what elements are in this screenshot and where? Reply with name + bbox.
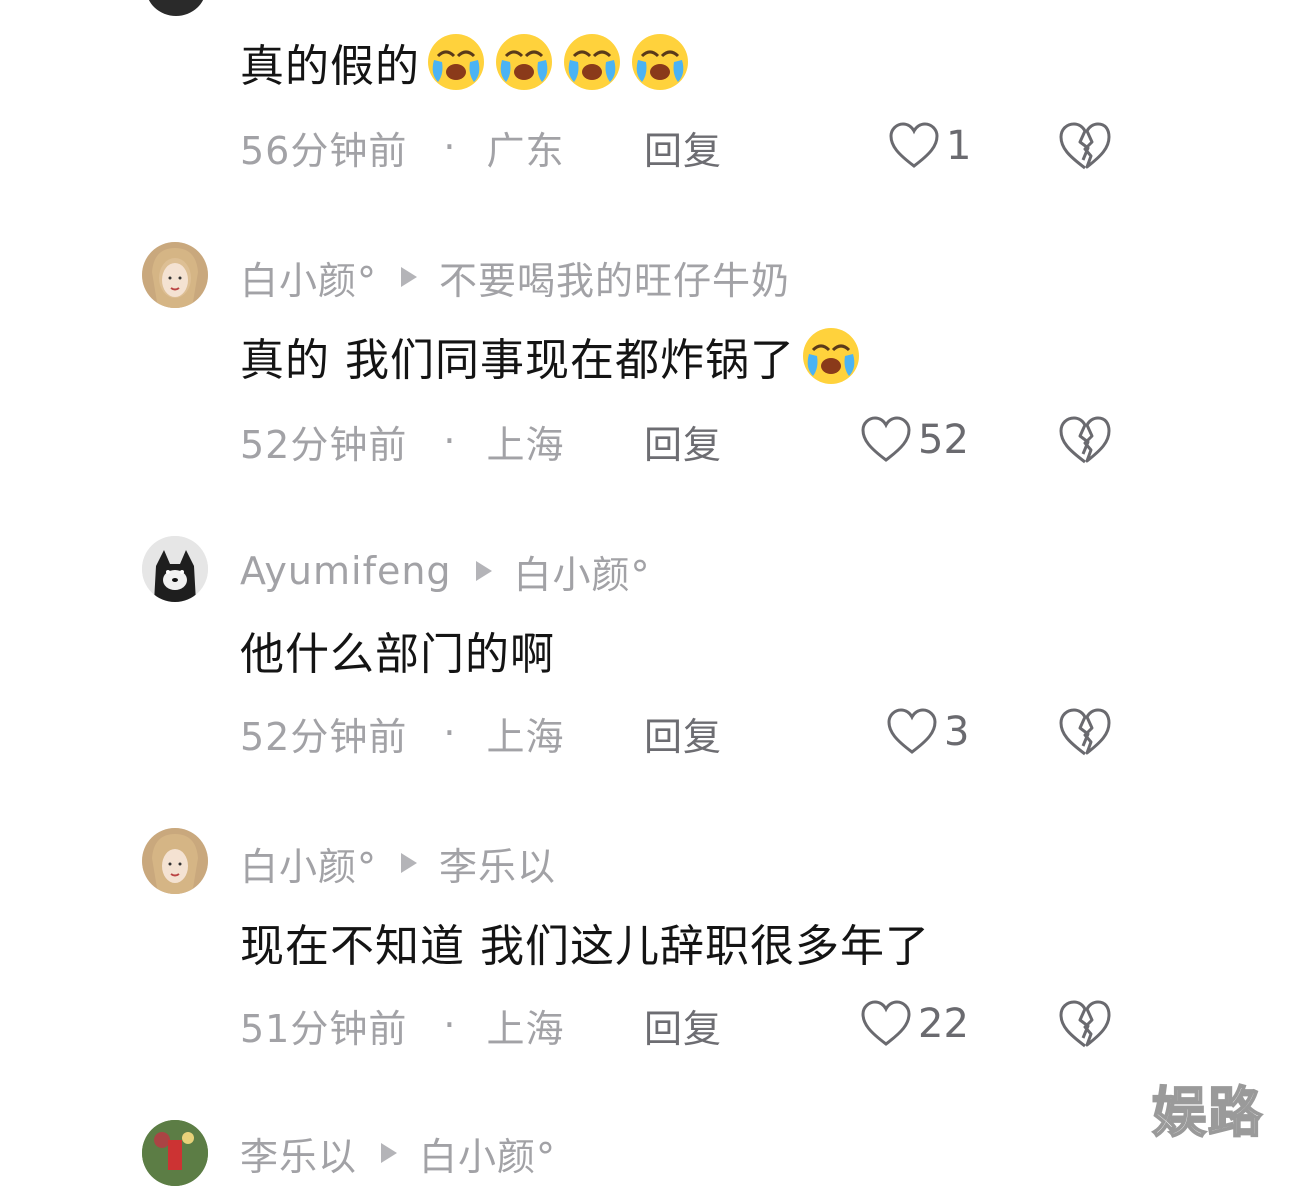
heart-icon — [861, 416, 911, 462]
comment-time: 52分钟前 — [240, 714, 408, 759]
like-button[interactable]: 22 — [860, 996, 969, 1052]
reply-to-name[interactable]: 李乐以 — [439, 836, 556, 891]
avatar[interactable] — [142, 536, 208, 602]
comment-location: 上海 — [486, 714, 565, 759]
crying-laugh-emoji-icon — [628, 30, 692, 94]
like-count: 3 — [944, 709, 970, 755]
heart-icon — [889, 122, 939, 168]
reply-arrow-icon — [381, 1143, 398, 1163]
like-count: 22 — [918, 1001, 969, 1047]
like-count: 1 — [946, 123, 972, 169]
comment-location: 广东 — [486, 128, 565, 173]
comment-meta: 52分钟前 · 上海 回复 — [240, 416, 721, 467]
crying-laugh-emoji-icon — [560, 30, 624, 94]
comment-meta: 51分钟前 · 上海 回复 — [240, 1000, 721, 1051]
reply-arrow-icon — [475, 561, 492, 581]
comment-text: 现在不知道 我们这儿辞职很多年了 — [240, 910, 930, 974]
broken-heart-icon — [1059, 416, 1111, 464]
comment-time: 51分钟前 — [240, 1006, 408, 1051]
broken-heart-icon — [1059, 122, 1111, 170]
avatar[interactable] — [142, 1120, 208, 1186]
heart-icon — [861, 1000, 911, 1046]
crying-laugh-emoji-icon — [424, 30, 488, 94]
reply-button[interactable]: 回复 — [644, 120, 722, 175]
like-button[interactable]: 1 — [888, 118, 971, 174]
avatar[interactable] — [142, 242, 208, 308]
comment-text-content: 他什么部门的啊 — [240, 629, 555, 680]
watermark: 娱路 — [1151, 1080, 1264, 1145]
comment-text-content: 真的 我们同事现在都炸锅了 — [240, 335, 795, 386]
comment-location: 上海 — [486, 422, 565, 467]
comment-author-row: 李乐以 白小颜° — [240, 1126, 556, 1181]
author-name[interactable]: 白小颜° — [240, 836, 377, 891]
dislike-button[interactable] — [1058, 706, 1112, 758]
dislike-button[interactable] — [1058, 120, 1112, 172]
dislike-button[interactable] — [1058, 998, 1112, 1050]
comment-text-content: 真的假的 — [240, 41, 420, 92]
broken-heart-icon — [1059, 708, 1111, 756]
reply-button[interactable]: 回复 — [644, 414, 722, 469]
meta-separator: · — [443, 125, 457, 169]
comment-time: 56分钟前 — [240, 128, 408, 173]
comment-text: 他什么部门的啊 — [240, 618, 555, 682]
reply-arrow-icon — [401, 267, 418, 287]
comment-author-row: 白小颜° 李乐以 — [240, 836, 556, 891]
dislike-button[interactable] — [1058, 414, 1112, 466]
crying-laugh-emoji-icon — [492, 30, 556, 94]
reply-button[interactable]: 回复 — [644, 998, 722, 1053]
author-name[interactable]: 白小颜° — [240, 250, 377, 305]
meta-separator: · — [443, 419, 457, 463]
comment-text: 真的假的 — [240, 30, 692, 94]
avatar[interactable] — [146, 0, 206, 16]
meta-separator: · — [443, 1003, 457, 1047]
comment-location: 上海 — [486, 1006, 565, 1051]
like-button[interactable]: 52 — [860, 412, 969, 468]
reply-button[interactable]: 回复 — [644, 706, 722, 761]
comment-meta: 56分钟前 · 广东 回复 — [240, 122, 721, 173]
crying-laugh-emoji-icon — [799, 324, 863, 388]
comment-text-content: 现在不知道 我们这儿辞职很多年了 — [240, 921, 930, 972]
comment-meta: 52分钟前 · 上海 回复 — [240, 708, 721, 759]
avatar[interactable] — [142, 828, 208, 894]
reply-arrow-icon — [401, 853, 418, 873]
author-name[interactable]: Ayumifeng — [240, 549, 452, 593]
like-count: 52 — [918, 417, 969, 463]
reply-to-name[interactable]: 不要喝我的旺仔牛奶 — [439, 250, 790, 305]
author-name[interactable]: 李乐以 — [240, 1126, 357, 1181]
comment-author-row: 白小颜° 不要喝我的旺仔牛奶 — [240, 250, 790, 305]
broken-heart-icon — [1059, 1000, 1111, 1048]
heart-icon — [887, 708, 937, 754]
comment-text: 真的 我们同事现在都炸锅了 — [240, 324, 863, 388]
reply-to-name[interactable]: 白小颜° — [514, 544, 651, 599]
comment-time: 52分钟前 — [240, 422, 408, 467]
like-button[interactable]: 3 — [886, 704, 969, 760]
meta-separator: · — [443, 711, 457, 755]
comment-author-row: Ayumifeng 白小颜° — [240, 544, 651, 599]
reply-to-name[interactable]: 白小颜° — [419, 1126, 556, 1181]
